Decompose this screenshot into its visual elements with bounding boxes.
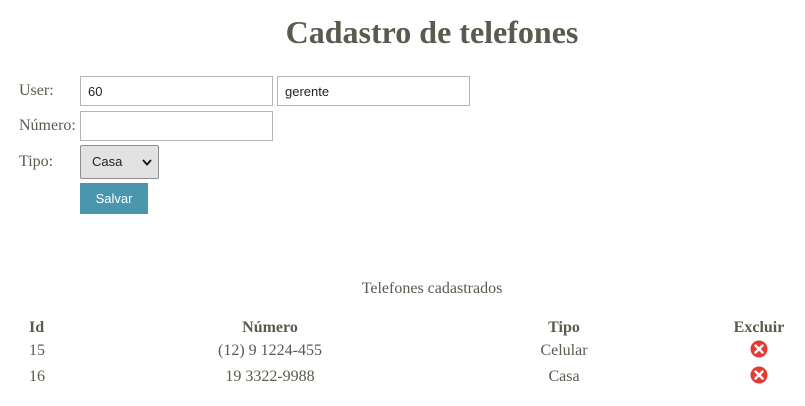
tipo-label: Tipo: — [19, 153, 54, 170]
column-header-tipo: Tipo — [548, 319, 580, 336]
delete-icon[interactable] — [750, 366, 768, 384]
user-name-field[interactable] — [277, 76, 470, 106]
chevron-down-icon — [142, 159, 152, 166]
column-header-numero: Número — [242, 319, 298, 336]
row-numero: (12) 9 1224-455 — [218, 342, 322, 359]
row-numero: 19 3322-9988 — [225, 368, 315, 385]
user-label: User: — [19, 82, 54, 99]
tipo-select[interactable]: Casa — [80, 145, 159, 179]
user-id-field[interactable] — [80, 76, 273, 106]
page-title: Cadastro de telefones — [285, 14, 579, 50]
numero-label: Número: — [19, 117, 76, 134]
column-header-id: Id — [29, 319, 45, 336]
row-tipo: Celular — [540, 342, 588, 359]
delete-icon[interactable] — [750, 340, 768, 358]
list-caption: Telefones cadastrados — [361, 280, 503, 297]
column-header-excluir: Excluir — [733, 319, 785, 336]
save-button[interactable]: Salvar — [80, 183, 148, 214]
tipo-select-value: Casa — [92, 154, 123, 169]
row-tipo: Casa — [548, 368, 580, 385]
row-id: 15 — [29, 342, 45, 359]
row-id: 16 — [29, 368, 45, 385]
numero-field[interactable] — [80, 111, 273, 141]
